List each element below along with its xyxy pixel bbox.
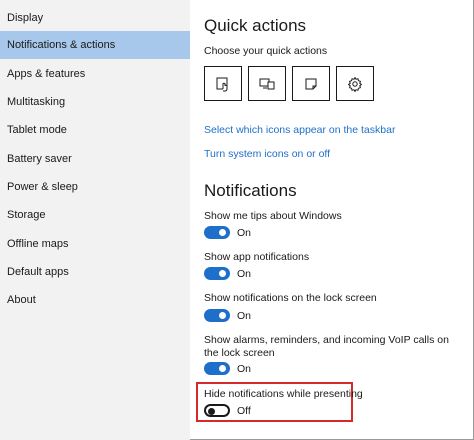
toggle-knob [219, 365, 226, 372]
setting-label-alarms-voip: Show alarms, reminders, and incoming VoI… [204, 334, 449, 359]
toggle-lock-screen[interactable] [204, 309, 230, 322]
sidebar-item-notifications-actions[interactable]: Notifications & actions [0, 31, 190, 59]
note-icon [305, 78, 317, 89]
tablet-mode-icon [216, 77, 228, 91]
toggle-knob [219, 312, 226, 319]
notifications-title: Notifications [204, 181, 297, 200]
toggle-alarms-voip[interactable] [204, 362, 230, 375]
toggle-state-hide-presenting: Off [237, 405, 251, 417]
toggle-state-tips: On [237, 227, 252, 239]
toggle-state-lock-screen: On [237, 310, 252, 322]
sidebar-item-storage[interactable]: Storage [0, 201, 190, 229]
settings-gear-icon [348, 76, 362, 92]
quick-action-tile-tablet-mode[interactable] [204, 66, 242, 101]
setting-label-lock-screen: Show notifications on the lock screen [204, 292, 377, 304]
sidebar-item-multitasking[interactable]: Multitasking [0, 88, 190, 116]
sidebar: Display Notifications & actions Apps & f… [0, 0, 190, 440]
sidebar-item-default-apps[interactable]: Default apps [0, 258, 190, 286]
quick-actions-title: Quick actions [204, 16, 307, 35]
setting-label-hide-presenting: Hide notifications while presenting [204, 388, 363, 400]
sidebar-item-battery-saver[interactable]: Battery saver [0, 145, 190, 173]
toggle-app-notifications[interactable] [204, 267, 230, 280]
sidebar-item-offline-maps[interactable]: Offline maps [0, 230, 190, 258]
link-system-icons[interactable]: Turn system icons on or off [204, 148, 330, 160]
link-taskbar-icons[interactable]: Select which icons appear on the taskbar [204, 124, 395, 136]
quick-action-tile-project[interactable] [248, 66, 286, 101]
quick-action-tile-note[interactable] [292, 66, 330, 101]
toggle-state-alarms-voip: On [237, 363, 252, 375]
toggle-hide-presenting[interactable] [204, 404, 230, 417]
quick-action-tile-settings[interactable] [336, 66, 374, 101]
quick-actions-subtitle: Choose your quick actions [204, 45, 328, 57]
sidebar-item-about[interactable]: About [0, 286, 190, 314]
setting-label-tips: Show me tips about Windows [204, 210, 342, 222]
toggle-tips[interactable] [204, 226, 230, 239]
sidebar-item-apps-features[interactable]: Apps & features [0, 60, 190, 88]
toggle-state-app-notifications: On [237, 268, 252, 280]
sidebar-item-tablet-mode[interactable]: Tablet mode [0, 116, 190, 144]
sidebar-item-power-sleep[interactable]: Power & sleep [0, 173, 190, 201]
toggle-knob [219, 229, 226, 236]
setting-label-app-notifications: Show app notifications [204, 251, 310, 263]
toggle-knob [208, 407, 215, 415]
sidebar-item-display[interactable]: Display [0, 4, 190, 32]
toggle-knob [219, 270, 226, 277]
main-panel: Quick actions Choose your quick actions … [190, 0, 474, 440]
project-icon [259, 78, 275, 89]
